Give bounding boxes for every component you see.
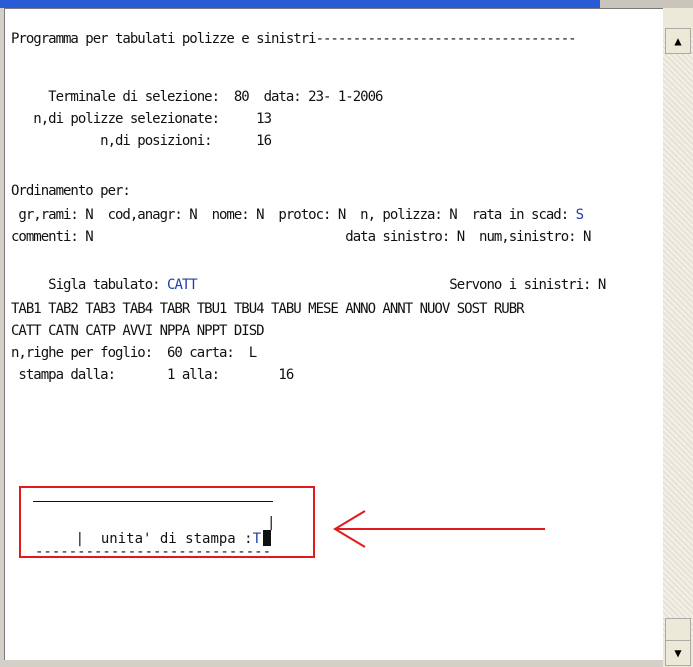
prompt-top-border (33, 501, 273, 502)
screen-line-posizioni: n,di posizioni: 16 (11, 133, 272, 149)
title-bar (0, 0, 600, 8)
screen-line-title: Programma per tabulati polizze e sinistr… (11, 31, 577, 47)
vertical-scrollbar[interactable]: ▲ ▼ (663, 8, 693, 667)
arrow-down-icon: ▼ (674, 646, 682, 660)
terminal-window: Programma per tabulati polizze e sinistr… (0, 0, 693, 667)
prompt-right-border: | (267, 515, 276, 531)
scroll-up-button[interactable]: ▲ (665, 28, 691, 54)
screen-line-sigla: Sigla tabulato: CATT Servono i sinistri:… (11, 277, 606, 293)
screen-line-ordine-campi: gr,rami: N cod,anagr: N nome: N protoc: … (11, 207, 585, 223)
red-arrow-icon (333, 510, 545, 548)
rata-value: S (575, 207, 585, 223)
screen-line-terminale: Terminale di selezione: 80 data: 23- 1-2… (11, 89, 383, 105)
sigla-value: CATT (167, 277, 198, 293)
screen-line-codici-1: TAB1 TAB2 TAB3 TAB4 TABR TBU1 TBU4 TABU … (11, 301, 525, 317)
scroll-down-button[interactable]: ▼ (665, 640, 691, 666)
screen-line-commenti: commenti: N data sinistro: N num,sinistr… (11, 229, 591, 245)
screen-line-stampa-range: stampa dalla: 1 alla: 16 (11, 367, 294, 383)
arrow-up-icon: ▲ (674, 34, 682, 48)
prompt-underline: ---------------------------- (35, 544, 272, 560)
title-buttons (600, 0, 693, 8)
screen-line-ordinamento: Ordinamento per: (11, 183, 131, 199)
screen-line-righe-foglio: n,righe per foglio: 60 carta: L (11, 345, 257, 361)
terminal-screen[interactable]: Programma per tabulati polizze e sinistr… (4, 8, 664, 660)
screen-line-codici-2: CATT CATN CATP AVVI NPPA NPPT DISD (11, 323, 265, 339)
screen-line-polizze: n,di polizze selezionate: 13 (11, 111, 272, 127)
scrollbar-track[interactable] (663, 36, 693, 639)
